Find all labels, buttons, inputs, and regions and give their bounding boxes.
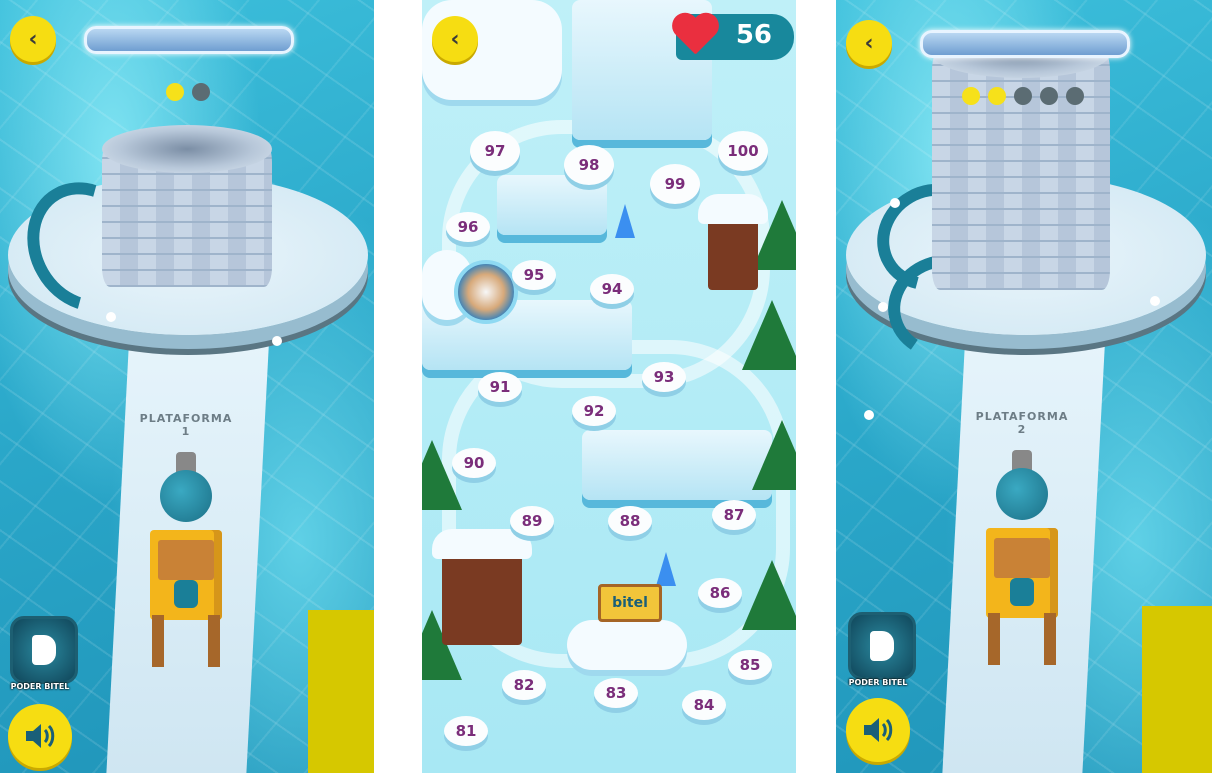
game-screen-platform-2: ‹ PLATAFORMA 2 PODER BITEL	[836, 0, 1212, 773]
chevron-left-icon: ‹	[450, 26, 460, 52]
platform-label-number: 1	[181, 425, 191, 438]
level-map-screen: ‹ 56 bitel 100 99 98 97 96 95 94 93 92 9…	[422, 0, 796, 773]
speaker-icon	[864, 718, 893, 742]
level-node[interactable]: 87	[712, 500, 756, 530]
cannon-ball	[996, 468, 1048, 520]
pine-tree	[742, 300, 796, 370]
progress-dot	[1014, 87, 1032, 105]
bitel-sign: bitel	[598, 584, 662, 622]
cart-leg	[208, 615, 220, 667]
sound-button[interactable]	[8, 704, 72, 768]
level-node[interactable]: 97	[470, 131, 520, 171]
snowball	[272, 336, 282, 346]
level-progress-bar	[920, 30, 1130, 58]
chevron-left-icon: ‹	[28, 26, 38, 52]
power-bitel-button[interactable]	[10, 616, 78, 684]
progress-dot	[1040, 87, 1058, 105]
snow-cannon-cart[interactable]	[150, 452, 222, 670]
level-node[interactable]: 83	[594, 678, 638, 708]
snow-cannon-cart[interactable]	[986, 450, 1058, 668]
power-bitel-label: PODER BITEL	[10, 682, 70, 691]
level-node[interactable]: 95	[512, 260, 556, 290]
ice-tower	[932, 50, 1110, 290]
level-node[interactable]: 82	[502, 670, 546, 700]
heart-icon	[670, 14, 720, 58]
progress-dot	[988, 87, 1006, 105]
power-bitel-label: PODER BITEL	[848, 678, 908, 687]
player-avatar	[454, 260, 518, 324]
snowball	[864, 410, 874, 420]
bitel-logo-icon	[1010, 578, 1034, 606]
pine-tree	[752, 420, 796, 490]
progress-dot	[192, 83, 210, 101]
level-node[interactable]: 94	[590, 274, 634, 304]
level-node[interactable]: 91	[478, 372, 522, 402]
level-node[interactable]: 81	[444, 716, 488, 746]
speaker-icon	[26, 724, 55, 748]
level-progress-bar	[84, 26, 294, 54]
snowball	[106, 312, 116, 322]
level-node[interactable]: 96	[446, 212, 490, 242]
chevron-left-icon: ‹	[864, 30, 874, 56]
level-node[interactable]: 85	[728, 650, 772, 680]
cart-box	[994, 538, 1050, 578]
progress-dot	[1066, 87, 1084, 105]
cabin	[698, 194, 768, 290]
level-node[interactable]: 84	[682, 690, 726, 720]
ice-crystal	[615, 204, 635, 238]
yellow-wall	[308, 610, 374, 773]
level-node[interactable]: 93	[642, 362, 686, 392]
tower-opening	[102, 125, 272, 173]
back-button[interactable]: ‹	[10, 16, 56, 62]
back-button[interactable]: ‹	[846, 20, 892, 66]
level-node[interactable]: 90	[452, 448, 496, 478]
lives-count: 56	[735, 20, 772, 50]
ice-block	[582, 430, 772, 500]
snowball	[890, 198, 900, 208]
cart-leg	[988, 613, 1000, 665]
level-node[interactable]: 89	[510, 506, 554, 536]
yellow-wall	[1142, 606, 1212, 773]
sound-button[interactable]	[846, 698, 910, 762]
snowball	[1150, 296, 1160, 306]
platform-label-title: PLATAFORMA	[975, 410, 1069, 423]
platform-label-number: 2	[1017, 423, 1027, 436]
cabin	[432, 529, 532, 645]
snowball	[878, 302, 888, 312]
cart-leg	[152, 615, 164, 667]
level-node[interactable]: 98	[564, 145, 614, 185]
cart-box	[158, 540, 214, 580]
level-node[interactable]: 88	[608, 506, 652, 536]
bitel-b-icon	[870, 631, 894, 661]
game-screen-platform-1: ‹ PLATAFORMA 1 PODER BITEL	[0, 0, 374, 773]
platform-label: PLATAFORMA 1	[126, 412, 246, 438]
bitel-logo-icon	[174, 580, 198, 608]
back-button[interactable]: ‹	[432, 16, 478, 62]
level-node[interactable]: 92	[572, 396, 616, 426]
level-node[interactable]: 100	[718, 131, 768, 171]
pine-tree	[422, 440, 462, 510]
cannon-ball	[160, 470, 212, 522]
snow-patch	[567, 620, 687, 670]
bitel-b-icon	[32, 635, 56, 665]
power-bitel-button[interactable]	[848, 612, 916, 680]
cart-leg	[1044, 613, 1056, 665]
pine-tree	[742, 560, 796, 630]
ice-crystal	[656, 552, 676, 586]
level-node[interactable]: 99	[650, 164, 700, 204]
progress-dot	[962, 87, 980, 105]
platform-label: PLATAFORMA 2	[962, 410, 1082, 436]
progress-dot	[166, 83, 184, 101]
level-node[interactable]: 86	[698, 578, 742, 608]
platform-label-title: PLATAFORMA	[139, 412, 233, 425]
